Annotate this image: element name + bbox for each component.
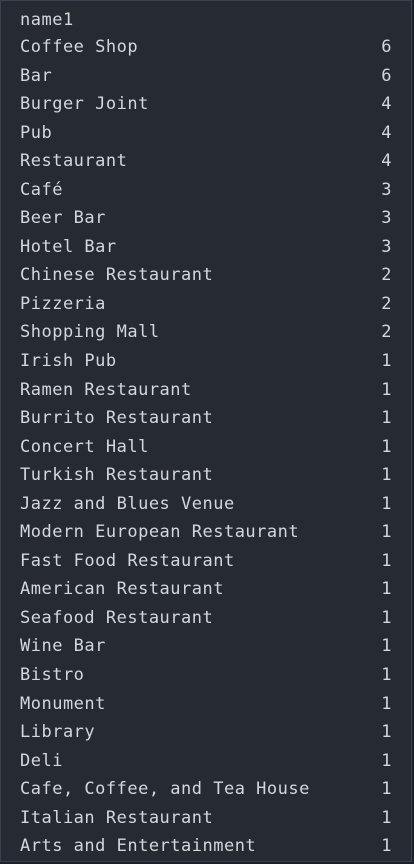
category-count: 6 (381, 37, 392, 57)
category-count: 1 (381, 722, 392, 743)
list-item: Library 1 (20, 718, 392, 747)
category-count: 3 (381, 208, 392, 229)
category-count: 2 (381, 322, 392, 343)
list-item: Coffee Shop 6 (20, 33, 392, 62)
list-item: Italian Restaurant 1 (20, 804, 392, 833)
category-label: Seafood Restaurant (20, 607, 214, 628)
category-label: Beer Bar (20, 208, 106, 229)
category-label: Concert Hall (20, 436, 149, 457)
category-count: 1 (381, 351, 392, 372)
category-count: 3 (381, 236, 392, 257)
list-item: Chinese Restaurant 2 (20, 261, 392, 290)
list-item: Ramen Restaurant 1 (20, 376, 392, 405)
category-count: 1 (381, 493, 392, 514)
list-item: Pizzeria 2 (20, 290, 392, 319)
category-label: Library (20, 722, 96, 743)
list-item: Beer Bar 3 (20, 204, 392, 233)
category-count: 1 (381, 436, 392, 457)
list-item: Hotel Bar 3 (20, 233, 392, 262)
series-name-header: name1 (20, 10, 74, 30)
category-count: 1 (381, 779, 392, 800)
category-count: 1 (381, 807, 392, 828)
category-count: 4 (381, 151, 392, 172)
category-label: Burrito Restaurant (20, 408, 214, 429)
category-label: Café (20, 179, 63, 200)
category-label: Restaurant (20, 151, 128, 172)
list-item: Shopping Mall 2 (20, 318, 392, 347)
list-item: Seafood Restaurant 1 (20, 604, 392, 633)
list-item: Wine Bar 1 (20, 632, 392, 661)
list-item: Jazz and Blues Venue 1 (20, 490, 392, 519)
category-label: Jazz and Blues Venue (20, 493, 235, 514)
list-item: Modern European Restaurant 1 (20, 518, 392, 547)
category-label: Wine Bar (20, 636, 106, 657)
category-label: Burger Joint (20, 94, 149, 115)
list-item: Bistro 1 (20, 661, 392, 690)
category-count: 1 (381, 607, 392, 628)
category-count: 1 (381, 636, 392, 657)
category-label: Shopping Mall (20, 322, 160, 343)
category-label: Monument (20, 693, 106, 714)
category-label: Turkish Restaurant (20, 465, 214, 486)
category-label: Bar (20, 65, 53, 86)
value-counts-list: Coffee Shop 6 Bar 6 Burger Joint 4 Pub 4 Restaur… (20, 33, 392, 861)
category-label: Ramen Restaurant (20, 379, 192, 400)
category-count: 1 (381, 465, 392, 486)
list-item: Café 3 (20, 176, 392, 205)
list-item: Irish Pub 1 (20, 347, 392, 376)
category-label: Fast Food Restaurant (20, 550, 235, 571)
list-item: Pub 4 (20, 119, 392, 148)
category-label: Cafe, Coffee, and Tea House (20, 779, 310, 800)
category-count: 1 (381, 379, 392, 400)
category-label: Modern European Restaurant (20, 522, 300, 543)
category-label: American Restaurant (20, 579, 224, 600)
category-count: 4 (381, 122, 392, 143)
list-item: American Restaurant 1 (20, 575, 392, 604)
category-count: 1 (381, 750, 392, 771)
category-count: 1 (381, 665, 392, 686)
category-count: 2 (381, 293, 392, 314)
list-item: Restaurant 4 (20, 147, 392, 176)
list-item: Burrito Restaurant 1 (20, 404, 392, 433)
list-item: Deli 1 (20, 747, 392, 776)
category-count: 2 (381, 265, 392, 286)
category-label: Pub (20, 122, 53, 143)
list-item: Arts and Entertainment 1 (20, 832, 392, 861)
list-item: Fast Food Restaurant 1 (20, 547, 392, 576)
category-count: 1 (381, 522, 392, 543)
category-count: 1 (381, 408, 392, 429)
list-item: Concert Hall 1 (20, 433, 392, 462)
list-item: Monument 1 (20, 690, 392, 719)
category-label: Coffee Shop (20, 37, 139, 57)
list-item: Cafe, Coffee, and Tea House 1 (20, 775, 392, 804)
output-text: name1 Coffee Shop 6 Bar 6 Burger Joint 4 Pub 4 R… (20, 8, 392, 861)
category-count: 1 (381, 836, 392, 857)
category-count: 4 (381, 94, 392, 115)
category-count: 1 (381, 550, 392, 571)
category-label: Arts and Entertainment (20, 836, 257, 857)
category-label: Hotel Bar (20, 236, 117, 257)
category-label: Italian Restaurant (20, 807, 214, 828)
category-count: 3 (381, 179, 392, 200)
category-label: Irish Pub (20, 351, 117, 372)
category-label: Deli (20, 750, 63, 771)
category-count: 1 (381, 579, 392, 600)
category-count: 1 (381, 693, 392, 714)
list-item: Burger Joint 4 (20, 90, 392, 119)
output-panel: name1 Coffee Shop 6 Bar 6 Burger Joint 4 Pub 4 R… (0, 0, 412, 862)
list-item: Bar 6 (20, 62, 392, 91)
category-label: Chinese Restaurant (20, 265, 214, 286)
category-count: 6 (381, 65, 392, 86)
category-label: Pizzeria (20, 293, 106, 314)
category-label: Bistro (20, 665, 85, 686)
list-item: Turkish Restaurant 1 (20, 461, 392, 490)
